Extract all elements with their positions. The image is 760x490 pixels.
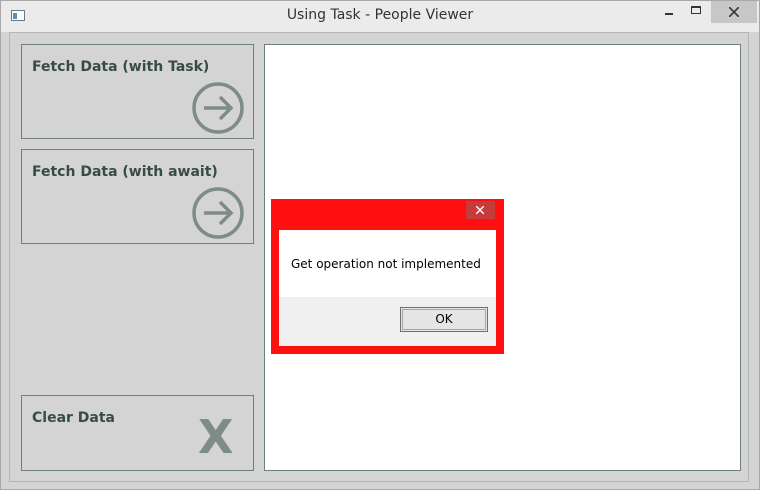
clear-data-button[interactable]: Clear Data X (21, 395, 254, 471)
arrow-right-circle-icon (192, 82, 244, 134)
fetch-data-task-label: Fetch Data (with Task) (32, 59, 210, 75)
window-title: Using Task - People Viewer (286, 7, 474, 23)
dialog-body: Get operation not implemented OK (279, 230, 496, 346)
close-button[interactable] (711, 1, 757, 23)
fetch-data-await-button[interactable]: Fetch Data (with await) (21, 149, 254, 244)
clear-data-label: Clear Data (32, 410, 116, 426)
ok-button[interactable]: OK (400, 307, 488, 332)
close-icon (476, 206, 484, 214)
message-dialog: Get operation not implemented OK (271, 199, 504, 354)
dialog-message: Get operation not implemented (291, 257, 481, 271)
minimize-button[interactable] (657, 1, 681, 23)
fetch-data-task-button[interactable]: Fetch Data (with Task) (21, 44, 254, 139)
title-bar[interactable]: Using Task - People Viewer (1, 1, 759, 32)
fetch-data-await-label: Fetch Data (with await) (32, 164, 218, 180)
dialog-close-button[interactable] (466, 201, 495, 219)
arrow-right-circle-icon (192, 187, 244, 239)
dialog-footer: OK (279, 297, 496, 346)
x-icon: X (198, 410, 234, 464)
maximize-button[interactable] (684, 1, 708, 23)
close-icon (729, 7, 739, 17)
app-window: Using Task - People Viewer Fetch Data (w… (0, 0, 760, 490)
